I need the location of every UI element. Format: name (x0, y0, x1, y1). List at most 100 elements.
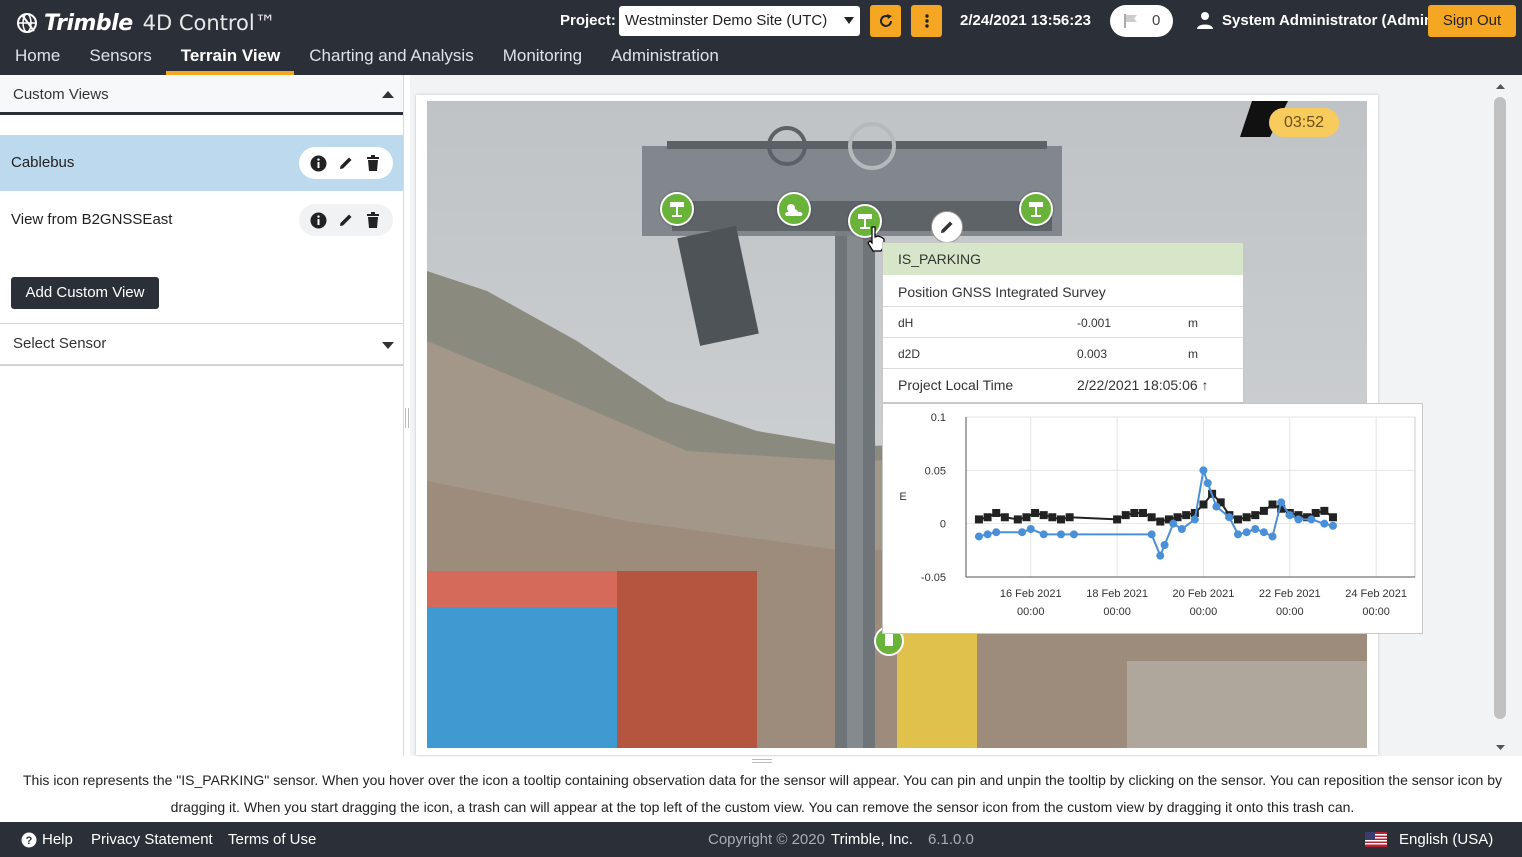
series-point (974, 515, 983, 524)
project-select[interactable]: Westminster Demo Site (UTC) (619, 6, 860, 36)
x-tick-label: 00:00 (1190, 606, 1218, 618)
y-tick-label: 0 (940, 519, 946, 531)
custom-view-label: Cablebus (11, 154, 75, 171)
footer-help-link[interactable]: Help (42, 831, 73, 848)
series-point (1259, 506, 1268, 515)
series-point (1156, 517, 1165, 526)
custom-view-item[interactable]: Cablebus (0, 135, 403, 191)
privacy-statement-link[interactable]: Privacy Statement (91, 831, 213, 848)
scrollbar-thumb[interactable] (1494, 97, 1506, 719)
series-point (1328, 521, 1337, 530)
trimble-logo[interactable]: Trimble 4D Control™ (16, 8, 276, 38)
brand-name: Trimble (44, 10, 133, 36)
add-custom-view-button[interactable]: Add Custom View (11, 277, 159, 309)
tooltip-sensor-type: Position GNSS Integrated Survey (883, 275, 1243, 307)
panel-splitter-handle[interactable] (405, 408, 409, 428)
chevron-down-icon (844, 17, 854, 24)
language-selector[interactable]: English (USA) (1399, 831, 1493, 848)
sensor-marker-weather[interactable] (777, 192, 811, 226)
series-point (1018, 528, 1027, 537)
tooltip-time-row: Project Local Time 2/22/2021 18:05:06 ↑ (883, 369, 1243, 402)
series-point (992, 528, 1001, 537)
series-point (1156, 551, 1165, 560)
custom-views-panel: Custom Views Cablebus View from B2GNSSEa… (0, 75, 404, 756)
x-tick-label: 18 Feb 2021 (1086, 588, 1148, 600)
trash-icon[interactable] (364, 211, 382, 229)
edit-icon[interactable] (337, 154, 355, 172)
trash-icon[interactable] (364, 154, 382, 172)
custom-views-header[interactable]: Custom Views (0, 75, 403, 115)
series-point (974, 532, 983, 541)
scroll-up-icon[interactable] (1496, 84, 1505, 89)
edit-icon[interactable] (337, 211, 355, 229)
nav-administration[interactable]: Administration (596, 40, 733, 75)
terms-of-use-link[interactable]: Terms of Use (228, 831, 316, 848)
series-point (1026, 525, 1035, 533)
row-label: d2D (898, 347, 921, 361)
plot-area (965, 416, 1416, 578)
time-value: 2/22/2021 18:05:06 ↑ (1077, 377, 1209, 393)
series-point (1233, 530, 1242, 539)
select-sensor-header[interactable]: Select Sensor (0, 323, 403, 366)
refresh-button[interactable] (870, 5, 901, 37)
time-label: Project Local Time (898, 377, 1014, 393)
info-icon[interactable] (310, 211, 328, 229)
sign-out-button[interactable]: Sign Out (1428, 5, 1516, 37)
gnss-sensor-icon (1029, 202, 1043, 217)
nav-monitoring[interactable]: Monitoring (488, 40, 596, 75)
svg-text:?: ? (26, 835, 33, 847)
nav-sensors[interactable]: Sensors (74, 40, 165, 75)
custom-view-item[interactable]: View from B2GNSSEast (0, 192, 403, 248)
help-splitter-handle[interactable] (752, 759, 772, 763)
row-unit: m (1188, 347, 1198, 361)
refresh-icon (879, 14, 892, 27)
x-tick-label: 00:00 (1017, 606, 1045, 618)
tooltip-sensor-name: IS_PARKING (883, 243, 1243, 275)
main-nav: Home Sensors Terrain View Charting and A… (0, 40, 733, 75)
series-point (1328, 513, 1337, 522)
series-point (1190, 515, 1199, 524)
custom-view-actions (299, 147, 393, 179)
series-point (1251, 511, 1260, 520)
y-tick-label: -0.05 (921, 572, 946, 584)
row-unit: m (1188, 316, 1198, 330)
tooltip-chart: 0.1 0.05 0 -0.05 16 Feb 2021 00:00 18 Feb 2021… (882, 403, 1423, 634)
user-icon (1197, 12, 1213, 29)
e-displacement-chart: 0.1 0.05 0 -0.05 16 Feb 2021 00:00 18 Feb 2021… (899, 412, 1416, 618)
info-icon[interactable] (310, 154, 328, 172)
edit-view-button[interactable] (931, 211, 963, 243)
tooltip-data-row: d2D 0.003 m (883, 338, 1243, 369)
series-point (1320, 519, 1329, 528)
custom-view-label: View from B2GNSSEast (11, 211, 173, 228)
series-point (1212, 502, 1221, 511)
project-label: Project: (560, 12, 616, 29)
sensor-marker-gnss[interactable] (660, 192, 694, 226)
scroll-down-icon[interactable] (1496, 745, 1505, 750)
series-point (983, 530, 992, 539)
trimble-globe-icon (17, 13, 37, 33)
sensor-tooltip: IS_PARKING Position GNSS Integrated Surv… (882, 242, 1244, 403)
series-point (1268, 500, 1277, 509)
nav-terrain-view[interactable]: Terrain View (165, 40, 295, 75)
series-point (1307, 515, 1316, 524)
nav-charting-analysis[interactable]: Charting and Analysis (294, 40, 487, 75)
nav-home[interactable]: Home (0, 40, 74, 75)
gnss-sensor-icon (670, 202, 684, 217)
x-tick-label: 00:00 (1103, 606, 1131, 618)
x-tick-label: 24 Feb 2021 (1345, 588, 1407, 600)
series-point (1147, 530, 1156, 539)
sensor-help-text: This icon represents the "IS_PARKING" se… (22, 772, 1503, 815)
series-point (1013, 515, 1022, 524)
help-icon[interactable]: ? (21, 832, 37, 848)
select-sensor-title: Select Sensor (13, 335, 107, 352)
series-point (1139, 509, 1148, 517)
notifications-button[interactable]: 0 (1110, 5, 1173, 37)
series-point (1160, 541, 1169, 549)
sensor-marker-gnss[interactable] (1019, 192, 1053, 226)
series-point (1277, 498, 1286, 507)
custom-views-title: Custom Views (13, 86, 109, 103)
more-options-button[interactable] (911, 5, 942, 37)
series-point (1225, 513, 1234, 522)
user-name[interactable]: System Administrator (Admin) (1222, 12, 1438, 29)
series-point (992, 509, 1001, 517)
